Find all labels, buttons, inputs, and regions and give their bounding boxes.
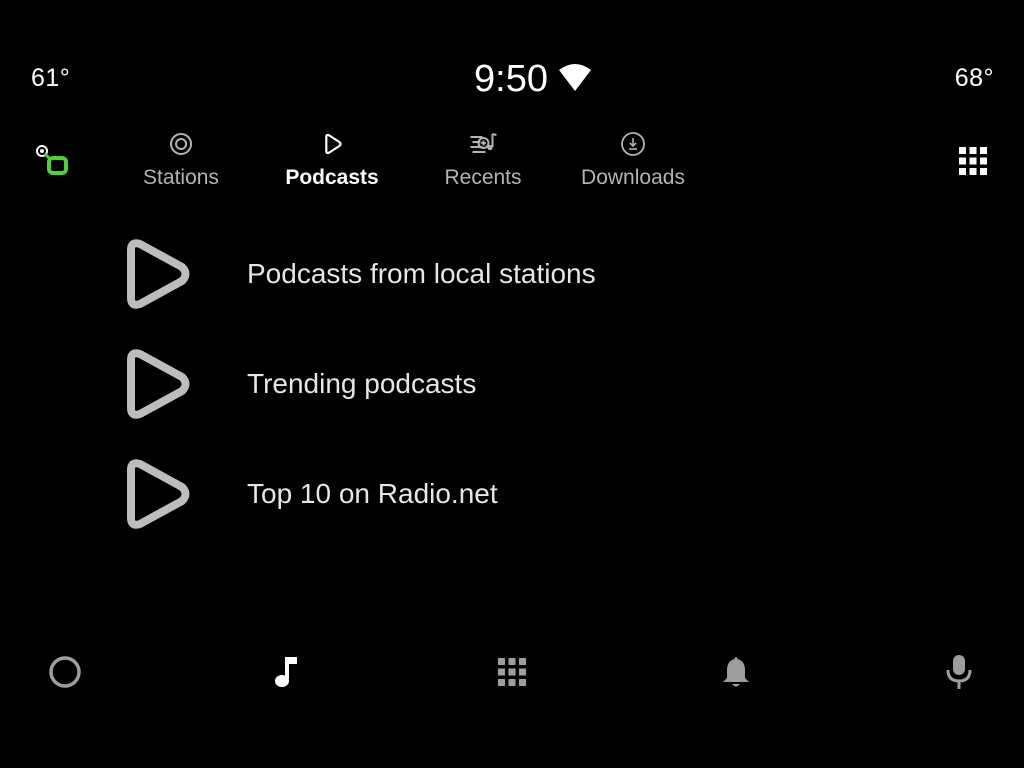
tab-label: Podcasts <box>285 166 379 189</box>
outside-temperature-right: 68° <box>954 64 994 92</box>
tab-downloads[interactable]: Downloads <box>581 130 685 190</box>
menu-grid-icon[interactable] <box>958 146 988 176</box>
recents-list-icon <box>469 133 497 153</box>
radio-app-logo-icon[interactable] <box>34 142 70 178</box>
list-item-trending[interactable]: Trending podcasts <box>124 348 904 458</box>
status-center: 9:50 <box>474 58 592 101</box>
list-item-label: Top 10 on Radio.net <box>247 478 498 509</box>
tab-podcasts[interactable]: Podcasts <box>285 130 379 190</box>
tab-recents[interactable]: Recents <box>444 130 522 190</box>
podcast-play-icon <box>127 459 190 529</box>
list-item-label: Podcasts from local stations <box>247 258 596 289</box>
music-note-icon <box>275 657 297 687</box>
home-circle-icon <box>49 656 81 688</box>
home-button[interactable] <box>45 652 85 692</box>
android-auto-screen: 61° 9:50 68° Stations Podcasts Recents D… <box>0 0 1024 768</box>
download-circle-icon <box>621 132 645 156</box>
list-item-top-10[interactable]: Top 10 on Radio.net <box>124 458 904 568</box>
wifi-icon <box>558 63 591 91</box>
list-item-local-stations[interactable]: Podcasts from local stations <box>124 238 904 348</box>
tab-label: Recents <box>444 166 522 189</box>
tab-stations[interactable]: Stations <box>143 130 219 190</box>
app-grid-icon <box>498 658 526 686</box>
notifications-button[interactable] <box>716 652 756 692</box>
radio-target-icon <box>169 133 192 155</box>
microphone-icon <box>946 655 972 689</box>
tab-label: Stations <box>143 166 219 189</box>
bell-icon <box>723 657 749 687</box>
voice-assistant-button[interactable] <box>939 652 979 692</box>
app-launcher-button[interactable] <box>492 652 532 692</box>
podcast-category-list: Podcasts from local stations Trending po… <box>124 238 904 568</box>
podcast-play-icon <box>324 133 342 155</box>
podcast-play-icon <box>127 239 190 309</box>
tab-label: Downloads <box>581 166 685 189</box>
podcast-play-icon <box>127 349 190 419</box>
outside-temperature-left: 61° <box>31 64 71 92</box>
media-button[interactable] <box>268 652 308 692</box>
clock: 9:50 <box>474 58 548 100</box>
list-item-label: Trending podcasts <box>247 368 477 399</box>
